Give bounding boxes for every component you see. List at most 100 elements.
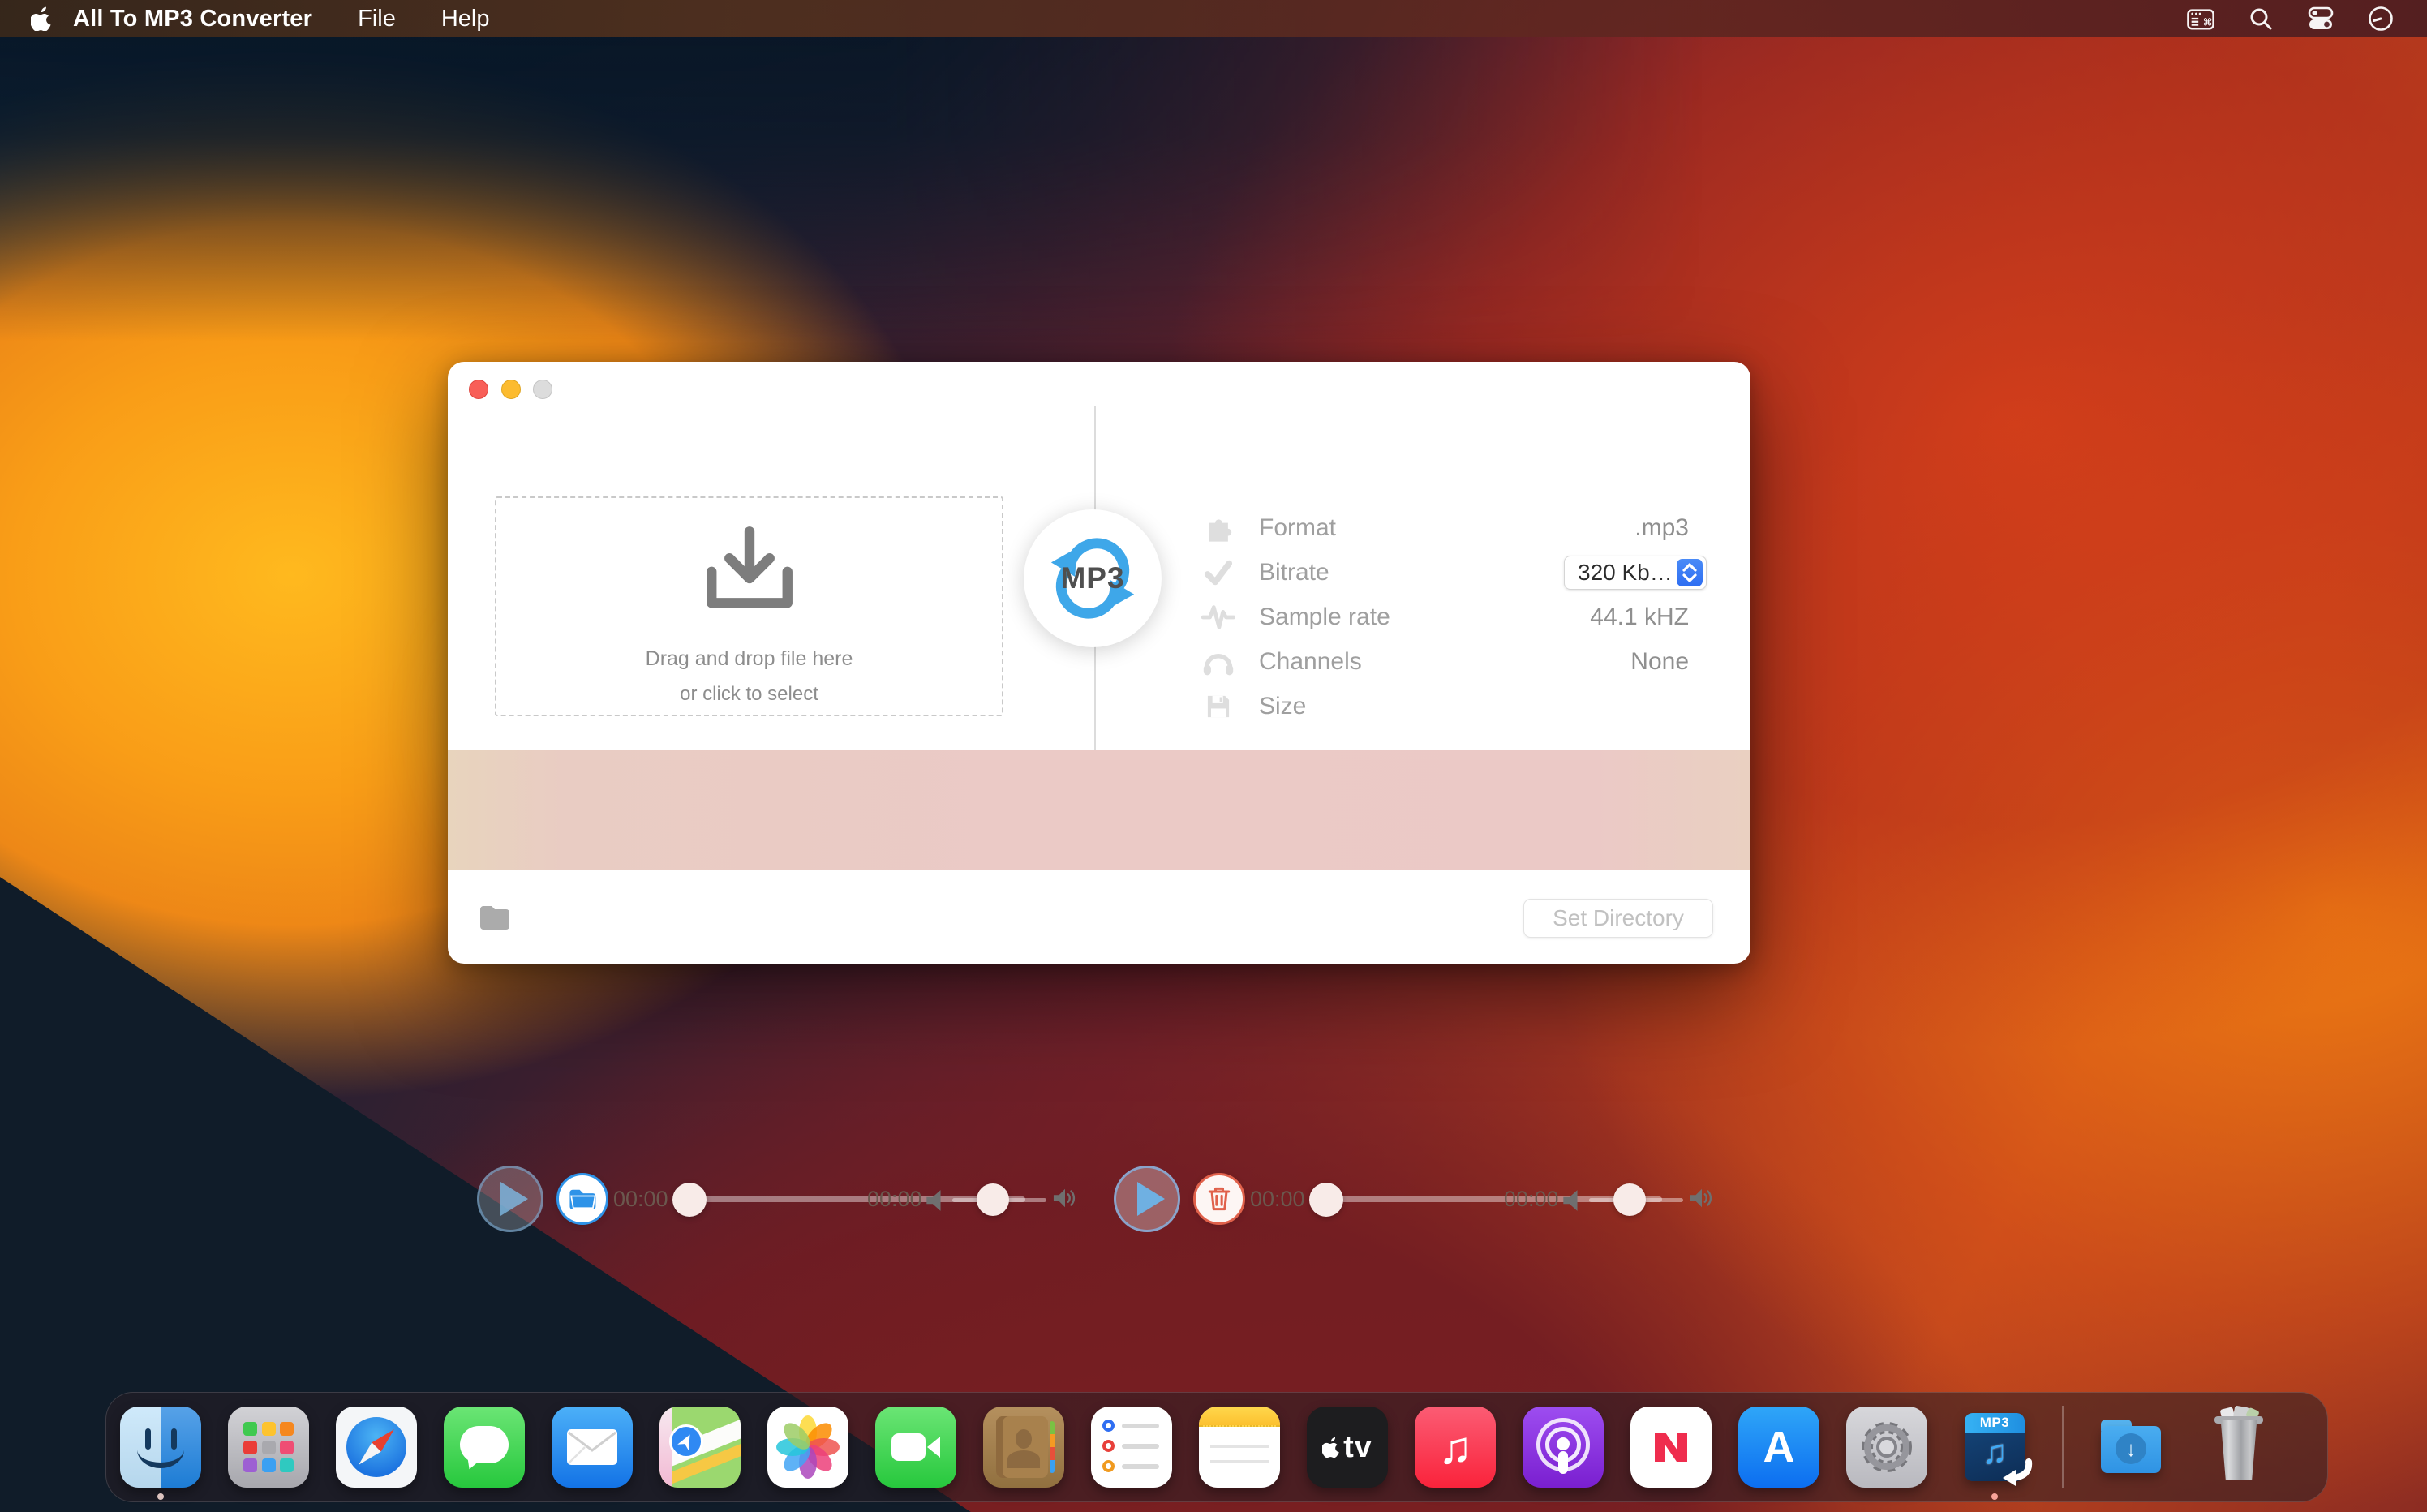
running-indicator bbox=[157, 1493, 164, 1500]
dock-item-trash[interactable] bbox=[2198, 1407, 2279, 1488]
zoom-button-disabled[interactable] bbox=[533, 380, 552, 399]
stepper-icon[interactable] bbox=[1677, 559, 1703, 586]
dock-item-facetime[interactable] bbox=[875, 1407, 956, 1488]
podcasts-icon bbox=[1523, 1407, 1604, 1488]
converter-window: Drag and drop file here or click to sele… bbox=[448, 362, 1750, 964]
dock-item-contacts[interactable] bbox=[983, 1407, 1064, 1488]
play-icon bbox=[1137, 1182, 1165, 1216]
maps-icon bbox=[659, 1407, 741, 1488]
dropzone-line1: Drag and drop file here bbox=[496, 647, 1002, 671]
dock-item-apple-tv[interactable]: tv bbox=[1307, 1407, 1388, 1488]
play-source-button[interactable] bbox=[477, 1166, 543, 1232]
dock-item-notes[interactable] bbox=[1199, 1407, 1280, 1488]
download-tray-icon bbox=[696, 522, 803, 621]
mp3-badge-label: MP3 bbox=[1060, 561, 1124, 595]
mp3-convert-badge: MP3 bbox=[1024, 509, 1162, 647]
file-dropzone[interactable]: Drag and drop file here or click to sele… bbox=[495, 496, 1003, 716]
volume-low-icon bbox=[1561, 1189, 1581, 1216]
running-indicator bbox=[1991, 1493, 1998, 1500]
dock-item-safari[interactable] bbox=[336, 1407, 417, 1488]
mail-icon bbox=[552, 1407, 633, 1488]
result-elapsed-time: 00:00 bbox=[1250, 1187, 1307, 1212]
dock-item-messages[interactable] bbox=[444, 1407, 525, 1488]
apple-tv-icon: tv bbox=[1307, 1407, 1388, 1488]
save-icon bbox=[1201, 692, 1236, 721]
camera-lens bbox=[927, 1437, 940, 1458]
control-center-icon[interactable] bbox=[2307, 5, 2335, 32]
result-seek-thumb[interactable] bbox=[1309, 1183, 1343, 1217]
setting-value: None bbox=[1630, 648, 1707, 676]
dock-item-downloads[interactable]: ↓ bbox=[2090, 1407, 2171, 1488]
mp3-banner: MP3 bbox=[1965, 1413, 2025, 1433]
set-directory-button[interactable]: Set Directory bbox=[1523, 899, 1713, 938]
menu-item-file[interactable]: File bbox=[358, 6, 396, 32]
apple-menu-icon[interactable] bbox=[31, 6, 52, 31]
dock-item-news[interactable] bbox=[1630, 1407, 1712, 1488]
volume-low-icon bbox=[925, 1189, 944, 1216]
menu-item-help[interactable]: Help bbox=[441, 6, 490, 32]
safari-icon bbox=[336, 1407, 417, 1488]
spotlight-search-icon[interactable] bbox=[2247, 5, 2275, 32]
source-seek-thumb[interactable] bbox=[672, 1183, 707, 1217]
contacts-tabs bbox=[1050, 1421, 1055, 1473]
system-settings-icon bbox=[1846, 1407, 1927, 1488]
camera-body bbox=[891, 1433, 926, 1461]
puzzle-icon bbox=[1201, 513, 1236, 543]
output-folder-icon bbox=[477, 902, 513, 937]
delete-file-button[interactable] bbox=[1193, 1173, 1245, 1225]
dock-item-podcasts[interactable] bbox=[1523, 1407, 1604, 1488]
trash-full-icon bbox=[2198, 1407, 2279, 1488]
dock-item-music[interactable]: ♫ bbox=[1415, 1407, 1496, 1488]
play-result-button[interactable] bbox=[1114, 1166, 1180, 1232]
window-command-icon[interactable]: ⌘ bbox=[2187, 5, 2214, 32]
news-icon bbox=[1630, 1407, 1712, 1488]
waveform-icon bbox=[1201, 602, 1236, 633]
dock-item-maps[interactable] bbox=[659, 1407, 741, 1488]
mp3-banner-label: MP3 bbox=[1980, 1415, 2009, 1431]
dock-item-finder[interactable] bbox=[120, 1407, 201, 1488]
minimize-button[interactable] bbox=[501, 380, 521, 399]
apple-tv-label: tv bbox=[1343, 1430, 1372, 1465]
app-store-letter: A bbox=[1763, 1422, 1795, 1472]
setting-label: Format bbox=[1259, 514, 1336, 542]
dock-item-launchpad[interactable] bbox=[228, 1407, 309, 1488]
launchpad-icon bbox=[228, 1407, 309, 1488]
trash-icon bbox=[1205, 1184, 1233, 1213]
menu-bar-right: ⌘ bbox=[2187, 5, 2427, 32]
setting-row-format: Format .mp3 bbox=[1201, 505, 1707, 550]
contact-shoulders bbox=[1007, 1450, 1040, 1468]
open-file-button[interactable] bbox=[556, 1173, 608, 1225]
facetime-icon bbox=[875, 1407, 956, 1488]
mp3-converter-icon: MP3 ♫ bbox=[1954, 1407, 2035, 1488]
check-icon bbox=[1201, 557, 1236, 588]
contacts-icon bbox=[983, 1407, 1064, 1488]
dock-item-photos[interactable] bbox=[767, 1407, 848, 1488]
dock-item-app-store[interactable]: A bbox=[1738, 1407, 1819, 1488]
bitrate-value: 320 Kb… bbox=[1578, 560, 1673, 586]
trash-body bbox=[2216, 1420, 2262, 1480]
setting-row-sample-rate: Sample rate 44.1 kHZ bbox=[1201, 595, 1707, 639]
desktop: All To MP3 Converter File Help ⌘ bbox=[0, 0, 2427, 1512]
svg-text:⌘: ⌘ bbox=[2203, 17, 2212, 28]
clock-icon[interactable] bbox=[2367, 5, 2395, 32]
bitrate-dropdown[interactable]: 320 Kb… bbox=[1564, 556, 1707, 590]
result-volume-thumb[interactable] bbox=[1613, 1183, 1646, 1216]
gear-icon bbox=[1856, 1416, 1918, 1478]
close-button[interactable] bbox=[469, 380, 488, 399]
menu-bar-left: All To MP3 Converter File Help bbox=[0, 6, 490, 32]
dock-item-reminders[interactable] bbox=[1091, 1407, 1172, 1488]
volume-high-icon bbox=[1053, 1186, 1077, 1214]
dock-separator bbox=[2062, 1406, 2064, 1488]
result-duration: 00:00 bbox=[1504, 1187, 1561, 1212]
music-note-icon: ♫ bbox=[1438, 1421, 1472, 1474]
setting-label: Channels bbox=[1259, 648, 1362, 676]
music-icon: ♫ bbox=[1415, 1407, 1496, 1488]
menu-app-name[interactable]: All To MP3 Converter bbox=[73, 6, 312, 32]
dock-item-mp3-converter[interactable]: MP3 ♫ bbox=[1954, 1407, 2035, 1488]
notes-icon bbox=[1199, 1407, 1280, 1488]
source-volume-thumb[interactable] bbox=[977, 1183, 1009, 1216]
dock-item-system-settings[interactable] bbox=[1846, 1407, 1927, 1488]
dock-item-mail[interactable] bbox=[552, 1407, 633, 1488]
setting-value: 44.1 kHZ bbox=[1590, 604, 1707, 631]
dropzone-line2: or click to select bbox=[496, 683, 1002, 706]
